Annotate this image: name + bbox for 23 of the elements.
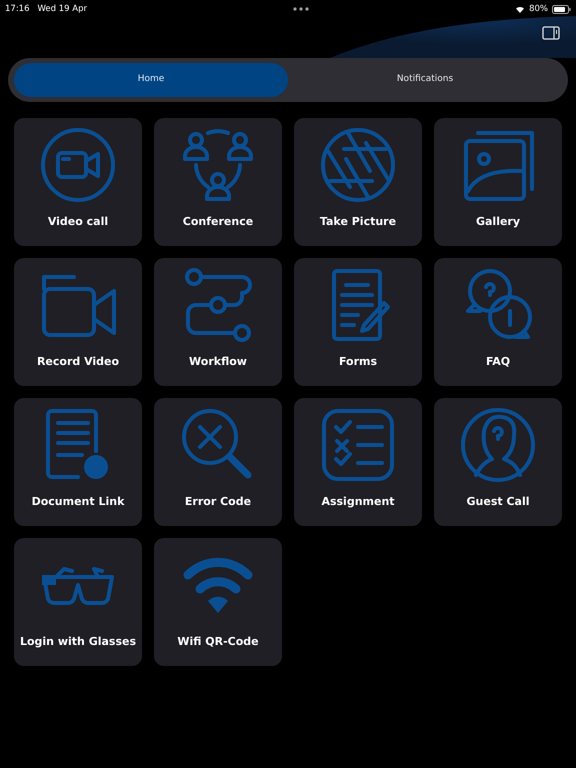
sidebar-icon[interactable] (542, 26, 560, 40)
tile-button[interactable]: Forms (294, 258, 422, 386)
tab[interactable]: Home (14, 63, 288, 97)
more-icon[interactable] (293, 7, 310, 11)
tile-button[interactable]: Conference (154, 118, 282, 246)
tile-button[interactable]: Login with Glasses (14, 538, 142, 666)
wifi-icon (515, 5, 526, 13)
tile-button[interactable]: Take Picture (294, 118, 422, 246)
tile-button[interactable]: Video call (14, 118, 142, 246)
status-time: 17:16 (5, 2, 30, 16)
tile-button[interactable]: Assignment (294, 398, 422, 526)
battery-icon (552, 4, 571, 14)
tile-button[interactable]: Gallery (434, 118, 562, 246)
tile-button[interactable]: Workflow (154, 258, 282, 386)
tile-button[interactable]: Record Video (14, 258, 142, 386)
tile-button[interactable]: Guest Call (434, 398, 562, 526)
tab[interactable]: Notifications (288, 63, 562, 97)
battery-percent: 80% (529, 2, 548, 16)
tile-button[interactable]: Wifi QR-Code (154, 538, 282, 666)
tile-button[interactable]: Document Link (14, 398, 142, 526)
status-date: Wed 19 Apr (38, 2, 87, 16)
tile-button[interactable]: Error Code (154, 398, 282, 526)
tile-button[interactable]: FAQ (434, 258, 562, 386)
